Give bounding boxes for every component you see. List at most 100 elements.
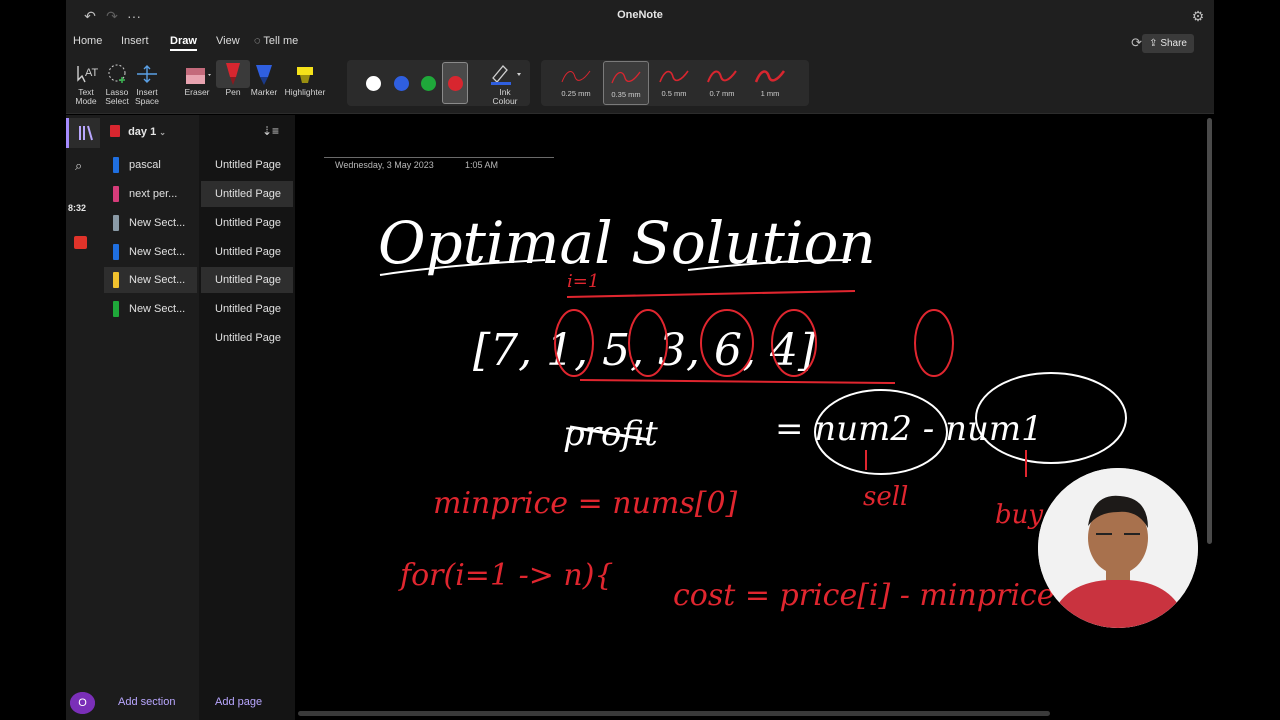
section-color-tab xyxy=(113,157,119,173)
ink-array: [7, 1, 5, 3, 6, 4] xyxy=(473,325,816,376)
insert-space-label-2: Space xyxy=(134,96,160,106)
section-label: next per... xyxy=(129,188,178,200)
ink-buy: buy xyxy=(995,500,1043,530)
red-pen-icon xyxy=(216,60,250,88)
page-item[interactable]: Untitled Page xyxy=(201,152,293,178)
red-range-line xyxy=(579,379,896,384)
highlighter-label: Highlighter xyxy=(284,87,326,97)
stroke-preview-icon xyxy=(611,71,641,84)
eraser-button[interactable]: Eraser xyxy=(179,60,215,97)
highlighter-button[interactable]: Highlighter xyxy=(282,60,328,97)
color-red[interactable] xyxy=(448,76,463,91)
page-item[interactable]: Untitled Page xyxy=(201,325,293,351)
stroke-preview-icon xyxy=(707,70,737,83)
app-title: OneNote xyxy=(617,9,663,21)
section-item[interactable]: New Sect... xyxy=(104,239,197,265)
tell-me-search[interactable]: ◌ Tell me xyxy=(254,35,298,47)
section-item-selected[interactable]: New Sect... xyxy=(104,267,197,293)
blue-marker-icon xyxy=(247,60,281,88)
marker-label: Marker xyxy=(250,87,278,97)
section-item[interactable]: pascal xyxy=(104,152,197,178)
tell-me-label: Tell me xyxy=(263,35,299,47)
notebooks-icon[interactable] xyxy=(66,118,100,148)
notebook-selector[interactable]: day 1 ⌄ xyxy=(110,125,166,138)
sort-icon[interactable]: ⇣≡ xyxy=(262,124,279,138)
text-mode-label-2: Mode xyxy=(75,96,97,106)
recording-time: 8:32 xyxy=(68,203,87,213)
eraser-label: Eraser xyxy=(184,87,210,97)
size-025[interactable]: 0.25 mm xyxy=(553,61,599,105)
title-bar: ↶ ↷ ··· OneNote ⚙ xyxy=(66,0,1214,32)
pen-button[interactable]: Pen xyxy=(216,60,250,97)
lasso-select-button[interactable]: Lasso Select xyxy=(100,60,134,106)
search-icon[interactable]: ⌕ xyxy=(75,158,91,174)
stop-recording-icon[interactable] xyxy=(74,236,87,249)
section-item[interactable]: New Sect... xyxy=(104,210,197,236)
insert-space-button[interactable]: Insert Space xyxy=(130,60,164,106)
eraser-icon xyxy=(179,60,215,88)
section-label: New Sect... xyxy=(129,246,186,258)
onenote-window: ↶ ↷ ··· OneNote ⚙ Home Insert Draw View … xyxy=(66,0,1214,720)
notebook-icon xyxy=(110,125,120,137)
vertical-scrollbar[interactable] xyxy=(1207,118,1212,544)
size-label: 0.7 mm xyxy=(709,89,735,98)
section-label: New Sect... xyxy=(129,274,186,286)
page-item-selected[interactable]: Untitled Page xyxy=(201,181,293,207)
ink-sell: sell xyxy=(863,482,908,512)
add-page-button[interactable]: Add page xyxy=(215,696,262,708)
pen-label: Pen xyxy=(225,87,241,97)
share-button[interactable]: ⇪ Share xyxy=(1142,34,1194,53)
section-color-tab xyxy=(113,301,119,317)
stroke-preview-icon xyxy=(754,70,786,83)
color-white[interactable] xyxy=(366,76,381,91)
ink-colour-icon xyxy=(484,60,526,88)
ink-colour-button[interactable]: Ink Colour xyxy=(484,60,526,106)
page-item[interactable]: Untitled Page xyxy=(201,210,293,236)
section-item[interactable]: next per... xyxy=(104,181,197,207)
size-035[interactable]: 0.35 mm xyxy=(603,61,649,105)
section-color-tab xyxy=(113,272,119,288)
section-color-tab xyxy=(113,215,119,231)
stroke-preview-icon xyxy=(659,70,689,83)
section-color-tab xyxy=(113,244,119,260)
size-label: 1 mm xyxy=(760,89,780,98)
page-item[interactable]: Untitled Page xyxy=(201,267,293,293)
text-mode-icon: AT xyxy=(69,60,103,88)
tab-home[interactable]: Home xyxy=(73,35,102,47)
ink-formula-left: profit xyxy=(563,414,658,454)
account-avatar[interactable]: O xyxy=(70,692,95,714)
chevron-down-icon: ⌄ xyxy=(159,128,166,137)
yellow-highlighter-icon xyxy=(282,60,328,88)
settings-icon[interactable]: ⚙ xyxy=(1188,6,1208,26)
text-mode-button[interactable]: AT Text Mode xyxy=(69,60,103,106)
page-item[interactable]: Untitled Page xyxy=(201,296,293,322)
page-item[interactable]: Untitled Page xyxy=(201,239,293,265)
stroke-sizes: 0.25 mm 0.35 mm 0.5 mm 0.7 mm 1 mm xyxy=(541,60,809,106)
insert-space-icon xyxy=(130,60,164,88)
svg-text:AT: AT xyxy=(85,67,98,79)
horizontal-scrollbar[interactable] xyxy=(298,711,1050,716)
size-label: 0.5 mm xyxy=(661,89,687,98)
section-label: pascal xyxy=(129,159,161,171)
tab-insert[interactable]: Insert xyxy=(121,35,149,47)
marker-button[interactable]: Marker xyxy=(247,60,281,97)
lasso-label-2: Select xyxy=(105,96,129,106)
size-1[interactable]: 1 mm xyxy=(747,61,793,105)
section-label: New Sect... xyxy=(129,217,186,229)
draw-ribbon: AT Text Mode Lasso Select Insert Space E… xyxy=(66,56,1214,114)
lasso-icon xyxy=(100,60,134,88)
size-label: 0.25 mm xyxy=(561,89,591,98)
presenter-video xyxy=(1038,468,1198,628)
tab-draw[interactable]: Draw xyxy=(170,35,197,51)
section-item[interactable]: New Sect... xyxy=(104,296,197,322)
tab-view[interactable]: View xyxy=(216,35,240,47)
section-color-tab xyxy=(113,186,119,202)
color-green[interactable] xyxy=(421,76,436,91)
color-blue[interactable] xyxy=(394,76,409,91)
size-07[interactable]: 0.7 mm xyxy=(699,61,745,105)
size-05[interactable]: 0.5 mm xyxy=(651,61,697,105)
add-section-button[interactable]: Add section xyxy=(118,696,175,708)
stroke-preview-icon xyxy=(561,70,591,83)
sync-icon[interactable]: ⟳ xyxy=(1131,35,1142,51)
ink-line-3: cost = price[i] - minprice xyxy=(673,578,1055,613)
